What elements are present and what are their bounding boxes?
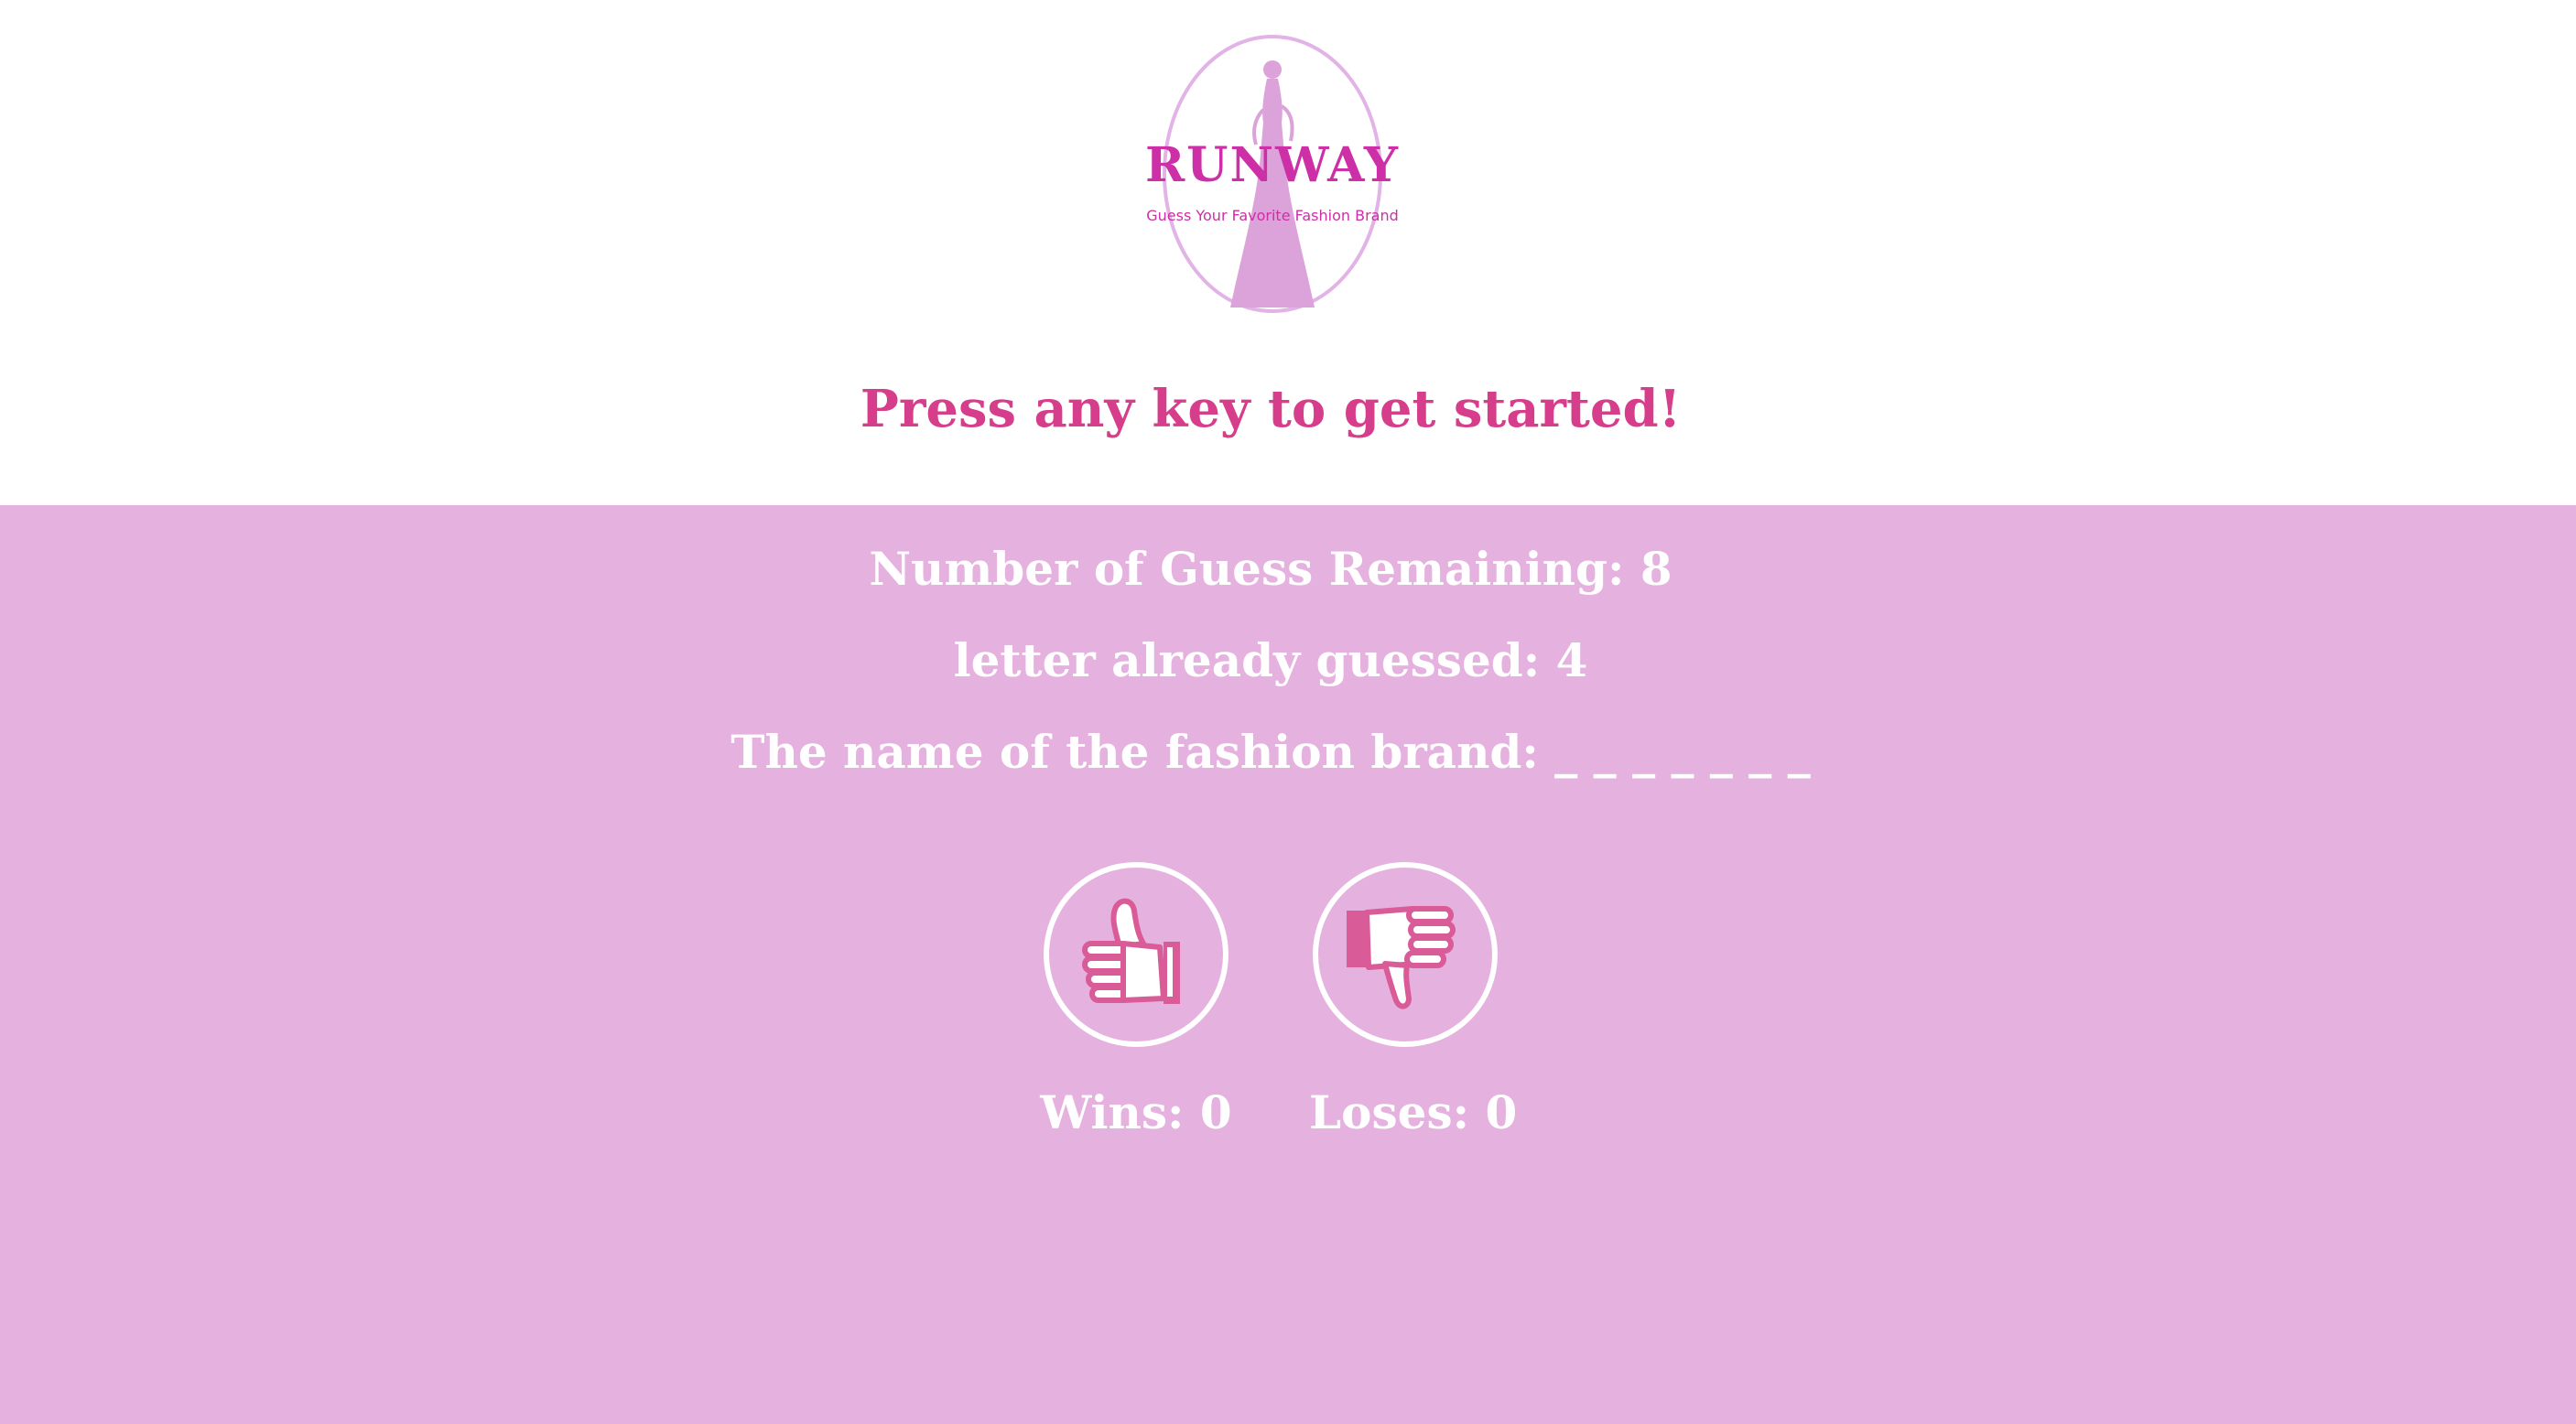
guesses-remaining: Number of Guess Remaining: 8 (869, 542, 1672, 596)
brand-name-blanks: The name of the fashion brand: _ _ _ _ _… (731, 725, 1811, 779)
logo-tagline: Guess Your Favorite Fashion Brand (1146, 207, 1399, 224)
start-prompt: Press any key to get started! (860, 379, 1682, 439)
loses-card: Loses: 0 (1309, 862, 1518, 1139)
loses-label: Loses: 0 (1309, 1085, 1518, 1139)
letters-guessed: letter already guessed: 4 (953, 633, 1588, 687)
wins-card: Wins: 0 (1040, 862, 1232, 1139)
header-area: RUNWAY Guess Your Favorite Fashion Brand… (0, 0, 2576, 505)
logo-title: RUNWAY (1144, 137, 1401, 193)
thumbs-down-icon (1347, 906, 1456, 1009)
loses-badge (1313, 862, 1498, 1047)
thumbs-up-icon (1082, 898, 1180, 1004)
wins-badge (1044, 862, 1228, 1047)
runway-logo: RUNWAY Guess Your Favorite Fashion Brand (1126, 27, 1419, 320)
wins-label: Wins: 0 (1040, 1085, 1232, 1139)
game-stage: Number of Guess Remaining: 8 letter alre… (0, 505, 2576, 1424)
